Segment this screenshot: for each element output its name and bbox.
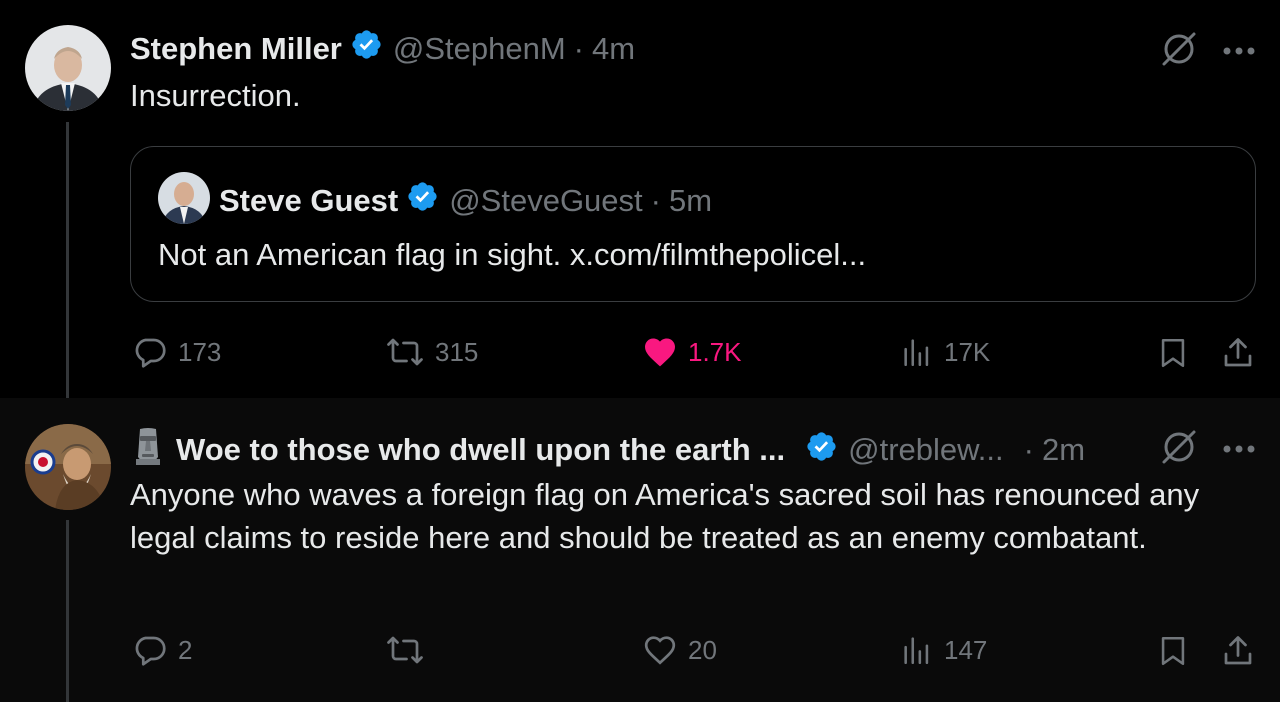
repost-icon [387, 636, 423, 664]
bookmark-icon [1161, 636, 1185, 666]
reply-count: 2 [178, 634, 193, 665]
views-icon [904, 637, 929, 665]
quoted-post-header: Steve Guest @SteveGuest · 5m [219, 180, 712, 221]
share-icon [1224, 338, 1252, 367]
post-actions: 173 315 1.7K 17K [0, 334, 1280, 374]
separator: · [1023, 432, 1034, 467]
quoted-author-avatar[interactable] [158, 172, 210, 224]
repost-button[interactable]: 315 [385, 334, 478, 370]
like-count: 1.7K [688, 336, 742, 367]
author-name[interactable]: Woe to those who dwell upon the earth ..… [176, 432, 785, 468]
quoted-post-time[interactable]: 5m [669, 183, 712, 219]
reply-icon [135, 338, 166, 368]
views-icon [904, 339, 929, 367]
post-header: Woe to those who dwell upon the earth ..… [132, 427, 1085, 473]
repost-button[interactable] [385, 632, 435, 668]
quoted-post[interactable]: Steve Guest @SteveGuest · 5m Not an Amer… [130, 146, 1256, 302]
reply-icon [135, 636, 166, 666]
more-icon[interactable] [1222, 441, 1256, 459]
bookmark-button[interactable] [1156, 334, 1190, 372]
quoted-author-handle[interactable]: @SteveGuest [449, 183, 642, 219]
bookmark-icon [1161, 338, 1185, 368]
moai-emoji [132, 427, 164, 473]
more-icon[interactable] [1222, 43, 1256, 61]
author-avatar[interactable] [25, 25, 111, 111]
like-icon [644, 636, 676, 665]
views-button[interactable]: 147 [900, 632, 987, 668]
share-icon [1224, 636, 1252, 665]
post-actions: 2 20 147 [0, 632, 1280, 672]
view-count: 17K [944, 336, 991, 367]
grok-icon[interactable] [1160, 428, 1198, 471]
separator: · [573, 30, 584, 66]
thread-line [66, 520, 69, 702]
author-handle[interactable]: @treblew... [848, 432, 1004, 468]
verified-badge-icon [350, 28, 383, 69]
author-avatar[interactable] [25, 424, 111, 510]
view-count: 147 [944, 634, 988, 665]
verified-badge-icon [805, 430, 838, 471]
like-count: 20 [688, 634, 717, 665]
post-header: Stephen Miller @StephenM · 4m [130, 28, 635, 69]
main-post[interactable]: Stephen Miller @StephenM · 4m Insurrecti… [0, 0, 1280, 398]
grok-icon[interactable] [1160, 30, 1198, 73]
share-button[interactable] [1220, 632, 1256, 670]
like-icon [645, 338, 675, 367]
author-handle[interactable]: @StephenM [393, 31, 566, 67]
share-button[interactable] [1220, 334, 1256, 372]
post-text: Anyone who waves a foreign flag on Ameri… [130, 477, 1200, 555]
repost-icon [387, 338, 423, 366]
post-top-icons [1160, 30, 1256, 73]
post-top-icons [1160, 428, 1256, 471]
verified-badge-icon [406, 180, 439, 221]
reply-post[interactable]: Woe to those who dwell upon the earth ..… [0, 398, 1280, 702]
post-time[interactable]: 4m [592, 31, 635, 67]
like-button[interactable]: 20 [642, 632, 717, 668]
quoted-post-text: Not an American flag in sight. x.com/fil… [158, 237, 867, 272]
bookmark-button[interactable] [1156, 632, 1190, 670]
post-time[interactable]: 2m [1042, 432, 1085, 468]
reply-button[interactable]: 173 [132, 334, 221, 370]
author-name[interactable]: Stephen Miller [130, 31, 342, 67]
reply-count: 173 [178, 336, 222, 367]
like-button[interactable]: 1.7K [642, 334, 742, 370]
reply-button[interactable]: 2 [132, 632, 192, 668]
quoted-author-name[interactable]: Steve Guest [219, 183, 398, 219]
repost-count: 315 [435, 336, 479, 367]
post-text: Insurrection. [130, 78, 301, 113]
separator: · [650, 182, 661, 218]
views-button[interactable]: 17K [900, 334, 990, 370]
